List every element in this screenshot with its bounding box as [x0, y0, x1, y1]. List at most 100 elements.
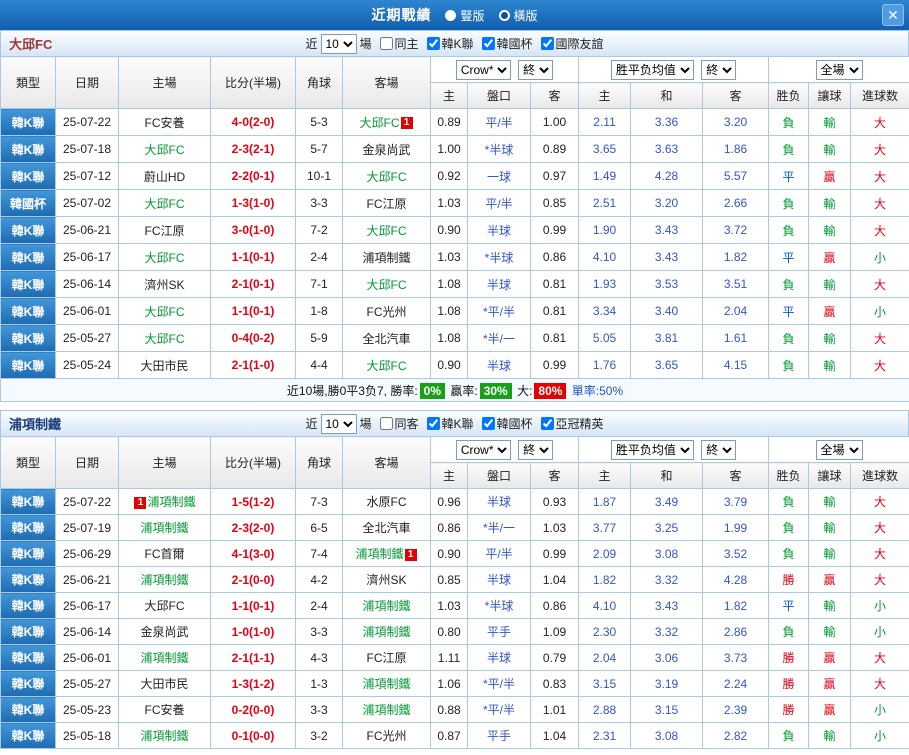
away-team-cell[interactable]: 濟州SK — [342, 566, 431, 593]
europe-time-select[interactable]: 終 — [701, 439, 737, 460]
recent-count-select[interactable]: 10 — [320, 33, 357, 54]
team-link[interactable]: 大邱FC — [145, 143, 185, 157]
scope-select[interactable]: 全場 — [815, 439, 863, 460]
team-link[interactable]: 大邱FC — [145, 332, 185, 346]
home-team-cell[interactable]: 大邱FC — [118, 135, 211, 163]
home-team-cell[interactable]: 大邱FC — [118, 297, 211, 325]
team-link[interactable]: 大邱FC — [145, 197, 185, 211]
team-link[interactable]: FC江原 — [145, 224, 185, 238]
home-team-cell[interactable]: 大邱FC — [118, 592, 211, 619]
team-link[interactable]: 浦項制鐵 — [355, 547, 403, 561]
team-link[interactable]: 濟州SK — [144, 278, 184, 292]
away-team-cell[interactable]: 浦項制鐵 — [342, 243, 431, 271]
home-team-cell[interactable]: 大田市民 — [118, 351, 211, 379]
filter-checkbox-2[interactable]: 韓國杯 — [481, 35, 533, 52]
team-link[interactable]: 大邱FC — [367, 278, 407, 292]
checkbox-input[interactable] — [540, 37, 554, 50]
team-link[interactable]: 浦項制鐵 — [140, 521, 188, 535]
away-team-cell[interactable]: FC光州 — [342, 722, 431, 749]
home-team-cell[interactable]: 浦項制鐵 — [118, 566, 211, 593]
filter-checkbox-1[interactable]: 韓K聯 — [426, 415, 474, 432]
team-link[interactable]: 濟州SK — [366, 573, 406, 587]
away-team-cell[interactable]: 大邱FC — [342, 162, 431, 190]
team-link[interactable]: 大田市民 — [140, 359, 188, 373]
europe-time-select[interactable]: 終 — [701, 59, 737, 80]
home-team-cell[interactable]: 大田市民 — [118, 670, 211, 697]
checkbox-input[interactable] — [481, 417, 495, 430]
filter-checkbox-3[interactable]: 國際友誼 — [540, 35, 604, 52]
team-link[interactable]: 浦項制鐵 — [140, 729, 188, 743]
team-link[interactable]: 大田市民 — [140, 677, 188, 691]
filter-checkbox-1[interactable]: 韓K聯 — [426, 35, 474, 52]
away-team-cell[interactable]: 大邱FC — [342, 351, 431, 379]
home-team-cell[interactable]: 浦項制鐵 — [118, 722, 211, 749]
away-team-cell[interactable]: 大邱FC — [342, 270, 431, 298]
home-team-cell[interactable]: FC安養 — [118, 108, 211, 136]
team-link[interactable]: FC安養 — [145, 116, 185, 130]
team-link[interactable]: FC安養 — [145, 703, 185, 717]
team-link[interactable]: 大邱FC — [145, 251, 185, 265]
away-team-cell[interactable]: 浦項制鐵 — [342, 618, 431, 645]
home-team-cell[interactable]: 浦項制鐵 — [118, 644, 211, 671]
away-team-cell[interactable]: 水原FC — [342, 488, 431, 515]
home-team-cell[interactable]: 浦項制鐵 — [118, 514, 211, 541]
europe-odds-select[interactable]: 胜平负均值 — [610, 59, 694, 80]
odds-source-select[interactable]: Crow* — [455, 59, 511, 80]
away-team-cell[interactable]: FC光州 — [342, 297, 431, 325]
filter-checkbox-0[interactable]: 同客 — [379, 415, 419, 432]
team-link[interactable]: 浦項制鐵 — [362, 703, 410, 717]
checkbox-input[interactable] — [379, 37, 393, 50]
checkbox-input[interactable] — [481, 37, 495, 50]
away-team-cell[interactable]: 全北汽車 — [342, 514, 431, 541]
away-team-cell[interactable]: 浦項制鐵 — [342, 670, 431, 697]
team-link[interactable]: FC光州 — [367, 729, 407, 743]
team-link[interactable]: 浦項制鐵 — [362, 251, 410, 265]
team-link[interactable]: 浦項制鐵 — [362, 677, 410, 691]
team-link[interactable]: 水原FC — [367, 495, 407, 509]
odds-time-select[interactable]: 終 — [518, 439, 554, 460]
view-option-horizontal[interactable]: 橫版 — [498, 7, 538, 24]
filter-checkbox-2[interactable]: 韓國杯 — [481, 415, 533, 432]
team-link[interactable]: 浦項制鐵 — [362, 625, 410, 639]
recent-count-select[interactable]: 10 — [320, 413, 357, 434]
team-link[interactable]: FC首爾 — [145, 547, 185, 561]
away-team-cell[interactable]: 大邱FC — [342, 216, 431, 244]
away-team-cell[interactable]: 大邱FC 1 — [342, 108, 431, 136]
away-team-cell[interactable]: 浦項制鐵 — [342, 696, 431, 723]
close-button[interactable]: ✕ — [882, 4, 904, 26]
home-team-cell[interactable]: 濟州SK — [118, 270, 211, 298]
away-team-cell[interactable]: 全北汽車 — [342, 324, 431, 352]
home-team-cell[interactable]: 大邱FC — [118, 243, 211, 271]
team-link[interactable]: 全北汽車 — [362, 332, 410, 346]
home-team-cell[interactable]: FC安養 — [118, 696, 211, 723]
away-team-cell[interactable]: 浦項制鐵 — [342, 592, 431, 619]
checkbox-input[interactable] — [540, 417, 554, 430]
team-link[interactable]: FC江原 — [367, 197, 407, 211]
team-link[interactable]: 金泉尚武 — [140, 625, 188, 639]
team-link[interactable]: 大邱FC — [367, 170, 407, 184]
team-link[interactable]: 蔚山HD — [144, 170, 185, 184]
team-link[interactable]: 浦項制鐵 — [140, 651, 188, 665]
away-team-cell[interactable]: 浦項制鐵 1 — [342, 540, 431, 567]
home-team-cell[interactable]: 大邱FC — [118, 324, 211, 352]
view-option-vertical[interactable]: 豎版 — [445, 7, 485, 24]
home-team-cell[interactable]: FC首爾 — [118, 540, 211, 567]
scope-select[interactable]: 全場 — [815, 59, 863, 80]
team-link[interactable]: 大邱FC — [145, 599, 185, 613]
checkbox-input[interactable] — [426, 37, 440, 50]
home-team-cell[interactable]: 1 浦項制鐵 — [118, 488, 211, 515]
home-team-cell[interactable]: 大邱FC — [118, 189, 211, 217]
away-team-cell[interactable]: 金泉尚武 — [342, 135, 431, 163]
team-link[interactable]: FC光州 — [367, 305, 407, 319]
team-link[interactable]: FC江原 — [367, 651, 407, 665]
team-link[interactable]: 大邱FC — [360, 116, 400, 130]
team-link[interactable]: 浦項制鐵 — [147, 495, 195, 509]
filter-checkbox-3[interactable]: 亞冠精英 — [540, 415, 604, 432]
odds-source-select[interactable]: Crow* — [455, 439, 511, 460]
team-link[interactable]: 金泉尚武 — [362, 143, 410, 157]
team-link[interactable]: 大邱FC — [367, 359, 407, 373]
home-team-cell[interactable]: 金泉尚武 — [118, 618, 211, 645]
team-link[interactable]: 浦項制鐵 — [140, 573, 188, 587]
filter-checkbox-0[interactable]: 同主 — [379, 35, 419, 52]
europe-odds-select[interactable]: 胜平负均值 — [610, 439, 694, 460]
